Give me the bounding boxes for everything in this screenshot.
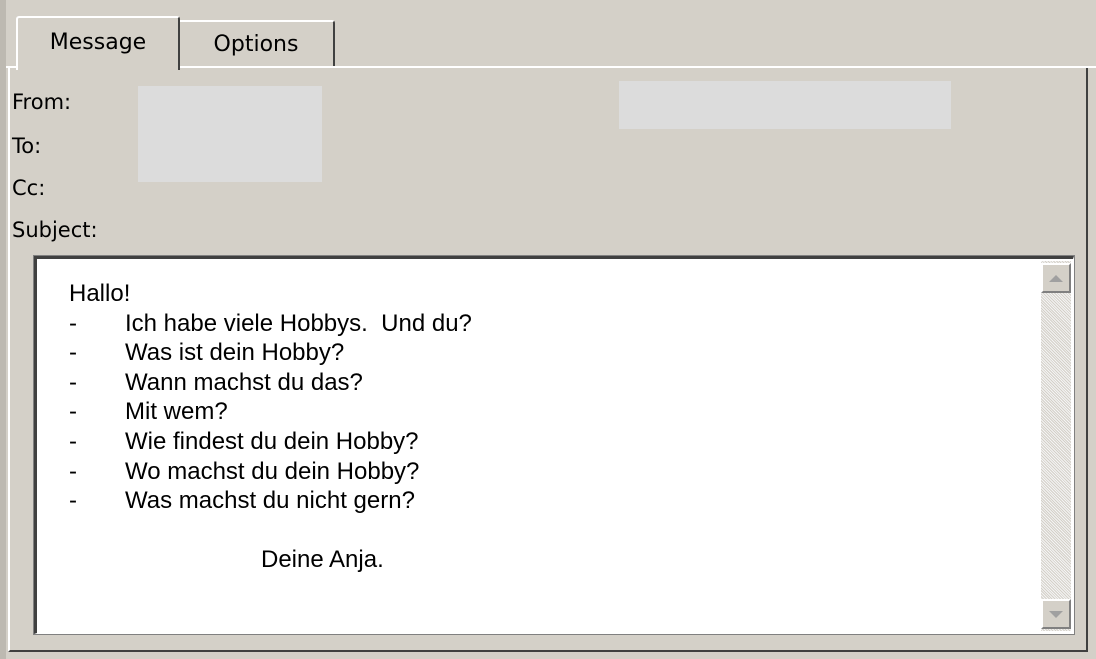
scroll-down-button[interactable] — [1041, 599, 1071, 629]
bullet-dash: - — [69, 487, 77, 515]
cc-label: Cc: — [12, 176, 46, 200]
list-item-text: Was machst du nicht gern? — [125, 487, 415, 515]
list-item-text: Ich habe viele Hobbys. Und du? — [125, 309, 472, 337]
tab-message[interactable]: Message — [16, 16, 180, 70]
list-item-text: Mit wem? — [125, 398, 228, 426]
bullet-dash: - — [69, 339, 77, 367]
tab-options[interactable]: Options — [179, 20, 335, 66]
signature-line: Deine Anja. — [261, 546, 384, 574]
subject-label: Subject: — [12, 218, 98, 242]
bullet-dash: - — [69, 427, 77, 455]
list-item: - Wo machst du dein Hobby? — [69, 457, 472, 487]
list-item-text: Wann machst du das? — [125, 368, 363, 396]
bullet-dash: - — [69, 368, 77, 396]
tab-message-label: Message — [49, 29, 147, 55]
message-body[interactable]: Hallo! - Ich habe viele Hobbys. Und du? -… — [33, 255, 1075, 635]
scroll-down-arrow-icon — [1049, 610, 1063, 618]
list-item: - Wie findest du dein Hobby? — [69, 427, 472, 457]
list-item: - Mit wem? — [69, 397, 472, 427]
tab-options-label: Options — [213, 31, 299, 57]
list-item-text: Wo machst du dein Hobby? — [125, 457, 420, 485]
vertical-scrollbar[interactable] — [1041, 261, 1071, 631]
scroll-up-arrow-icon — [1049, 274, 1063, 282]
redacted-recipient-area — [138, 86, 322, 182]
bullet-dash: - — [69, 309, 77, 337]
redacted-header-area — [619, 81, 951, 129]
list-item: - Was machst du nicht gern? — [69, 486, 472, 516]
window-left-border — [0, 0, 6, 659]
bullet-dash: - — [69, 398, 77, 426]
bullet-dash: - — [69, 457, 77, 485]
message-window: Message Options From: To: Cc: Subject: H… — [0, 0, 1096, 659]
list-item-text: Wie findest du dein Hobby? — [125, 427, 419, 455]
list-item: - Was ist dein Hobby? — [69, 338, 472, 368]
list-item-text: Was ist dein Hobby? — [125, 339, 345, 367]
scroll-up-button[interactable] — [1041, 263, 1071, 293]
message-text: Hallo! - Ich habe viele Hobbys. Und du? -… — [69, 279, 472, 575]
greeting-line: Hallo! — [69, 280, 131, 307]
from-label: From: — [12, 90, 72, 114]
list-item: - Ich habe viele Hobbys. Und du? — [69, 309, 472, 339]
to-label: To: — [12, 134, 42, 158]
list-item: - Wann machst du das? — [69, 368, 472, 398]
